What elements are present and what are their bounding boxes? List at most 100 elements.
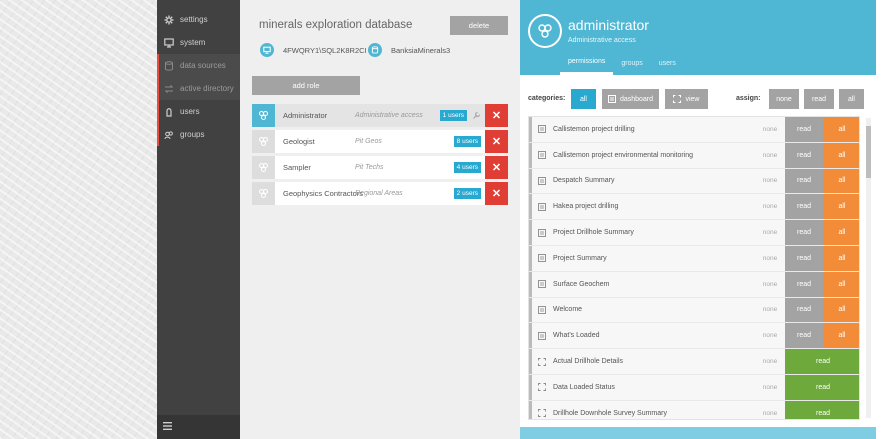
dashboard-icon bbox=[538, 151, 548, 160]
permission-name: Project Summary bbox=[553, 254, 607, 262]
tab-permissions[interactable]: permissions bbox=[560, 56, 614, 75]
close-icon: ✕ bbox=[491, 136, 502, 148]
role-subtitle: Administrative access bbox=[568, 37, 636, 44]
role-detail-panel: administrator Administrative access perm… bbox=[520, 0, 876, 439]
permission-none-option[interactable]: none bbox=[755, 152, 785, 159]
permission-all-option[interactable]: all bbox=[823, 168, 859, 194]
permission-none-option[interactable]: none bbox=[755, 358, 785, 365]
data-source-panel: minerals exploration database delete 4FW… bbox=[240, 0, 520, 439]
wrench-icon[interactable] bbox=[471, 111, 481, 120]
permission-read-option[interactable]: read bbox=[785, 246, 823, 271]
group-icon bbox=[252, 130, 275, 153]
delete-role-button[interactable]: ✕ bbox=[485, 156, 508, 179]
permission-all-option[interactable]: all bbox=[823, 142, 859, 168]
permission-none-option[interactable]: none bbox=[755, 126, 785, 133]
sidebar-item-active-directory[interactable]: active directory bbox=[157, 77, 240, 100]
role-name: Geologist bbox=[283, 137, 315, 146]
expand-icon bbox=[538, 383, 548, 392]
group-icon bbox=[164, 130, 174, 140]
permission-read-option[interactable]: read bbox=[785, 375, 859, 400]
permission-none-option[interactable]: none bbox=[755, 410, 785, 417]
permission-all-option[interactable]: all bbox=[823, 194, 859, 220]
dashboard-icon bbox=[538, 125, 548, 134]
sidebar-item-groups[interactable]: groups bbox=[157, 123, 240, 146]
row-marker bbox=[529, 117, 532, 142]
assign-read-button[interactable]: read bbox=[804, 89, 834, 109]
permission-name: Welcome bbox=[553, 306, 583, 314]
add-role-button[interactable]: add role bbox=[252, 76, 360, 95]
role-row[interactable]: Geologist Pit Geos 8 users ✕ bbox=[252, 130, 508, 153]
group-icon bbox=[528, 14, 562, 48]
directory-icon bbox=[164, 84, 174, 94]
database-title: minerals exploration database bbox=[259, 19, 413, 31]
tab-users[interactable]: users bbox=[651, 56, 684, 75]
delete-role-button[interactable]: ✕ bbox=[485, 104, 508, 127]
delete-role-button[interactable]: ✕ bbox=[485, 182, 508, 205]
permission-none-option[interactable]: none bbox=[755, 255, 785, 262]
role-row[interactable]: Sampler Pit Techs 4 users ✕ bbox=[252, 156, 508, 179]
database-name: BanksiaMinerals3 bbox=[391, 45, 451, 55]
role-description: Regional Areas bbox=[355, 190, 403, 197]
permission-all-option[interactable]: all bbox=[823, 297, 859, 323]
group-icon bbox=[252, 182, 275, 205]
permission-none-option[interactable]: none bbox=[755, 229, 785, 236]
permission-read-option[interactable]: read bbox=[785, 400, 859, 419]
permission-read-option[interactable]: read bbox=[785, 349, 859, 374]
permission-none-option[interactable]: none bbox=[755, 332, 785, 339]
category-all-button[interactable]: all bbox=[571, 89, 596, 109]
row-marker bbox=[529, 375, 532, 400]
permission-all-option[interactable]: all bbox=[823, 117, 859, 142]
permission-read-option[interactable]: read bbox=[785, 168, 823, 194]
permission-none-option[interactable]: none bbox=[755, 306, 785, 313]
scrollbar[interactable] bbox=[866, 118, 871, 418]
row-marker bbox=[529, 194, 532, 220]
scrollbar-thumb[interactable] bbox=[866, 126, 871, 178]
permission-read-option[interactable]: read bbox=[785, 194, 823, 220]
role-description: Administrative access bbox=[355, 112, 423, 119]
group-icon bbox=[252, 156, 275, 179]
permission-read-option[interactable]: read bbox=[785, 271, 823, 297]
permission-name: Project Drillhole Summary bbox=[553, 229, 634, 237]
users-count-badge: 1 users bbox=[439, 110, 467, 121]
delete-button[interactable]: delete bbox=[450, 16, 508, 35]
hamburger-icon[interactable] bbox=[163, 422, 172, 432]
permission-all-option[interactable]: all bbox=[823, 220, 859, 245]
sidebar-item-label: active directory bbox=[180, 84, 234, 93]
sidebar-item-system[interactable]: system bbox=[157, 31, 240, 54]
row-marker bbox=[529, 246, 532, 271]
role-name: Administrator bbox=[283, 111, 328, 120]
tab-groups[interactable]: groups bbox=[613, 56, 650, 75]
category-view-button[interactable]: view bbox=[665, 89, 708, 109]
assign-all-button[interactable]: all bbox=[839, 89, 864, 109]
permission-name: Drillhole Downhole Survey Summary bbox=[553, 409, 667, 417]
permission-read-option[interactable]: read bbox=[785, 323, 823, 349]
role-row[interactable]: Administrator Administrative access 1 us… bbox=[252, 104, 508, 127]
delete-role-button[interactable]: ✕ bbox=[485, 130, 508, 153]
sidebar-item-users[interactable]: users bbox=[157, 100, 240, 123]
monitor-icon bbox=[260, 43, 274, 57]
permission-none-option[interactable]: none bbox=[755, 281, 785, 288]
permission-none-option[interactable]: none bbox=[755, 177, 785, 184]
sidebar-item-settings[interactable]: settings bbox=[157, 8, 240, 31]
permission-none-option[interactable]: none bbox=[755, 203, 785, 210]
assign-none-button[interactable]: none bbox=[769, 89, 799, 109]
permission-read-option[interactable]: read bbox=[785, 117, 823, 142]
permission-row: Welcome none read all bbox=[529, 297, 859, 324]
permission-read-option[interactable]: read bbox=[785, 297, 823, 323]
users-count-badge: 8 users bbox=[453, 136, 481, 147]
database-icon bbox=[164, 60, 174, 71]
role-row[interactable]: Geophysics Contractors Regional Areas 2 … bbox=[252, 182, 508, 205]
row-marker bbox=[529, 349, 532, 374]
category-dashboard-button[interactable]: dashboard bbox=[602, 89, 659, 109]
permission-all-option[interactable]: all bbox=[823, 271, 859, 297]
users-count-badge: 4 users bbox=[453, 162, 481, 173]
sidebar-item-label: data sources bbox=[180, 61, 226, 70]
permission-read-option[interactable]: read bbox=[785, 142, 823, 168]
permission-all-option[interactable]: all bbox=[823, 246, 859, 271]
permission-none-option[interactable]: none bbox=[755, 384, 785, 391]
permission-all-option[interactable]: all bbox=[823, 323, 859, 349]
server-name: 4FWQRY1\SQL2K8R2CI bbox=[283, 45, 367, 55]
permission-row: Despatch Summary none read all bbox=[529, 168, 859, 195]
permission-read-option[interactable]: read bbox=[785, 220, 823, 245]
sidebar-item-data-sources[interactable]: data sources bbox=[157, 54, 240, 77]
